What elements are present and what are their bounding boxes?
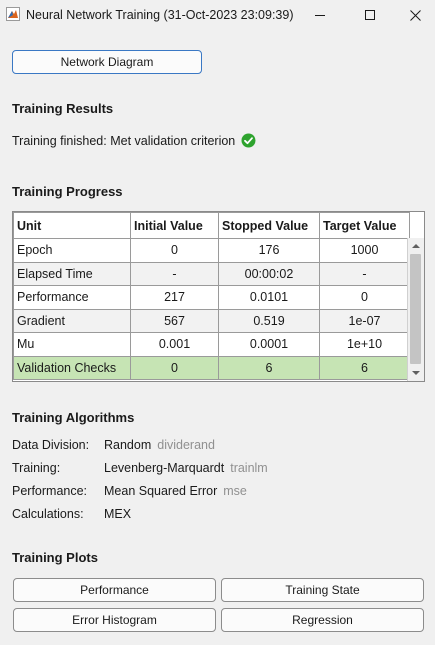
cell-unit: Gradient bbox=[13, 308, 131, 333]
title-bar: Neural Network Training (31-Oct-2023 23:… bbox=[0, 0, 435, 30]
close-button[interactable] bbox=[392, 0, 435, 30]
cell-target: 6 bbox=[319, 355, 410, 380]
data-division-method: Random bbox=[104, 438, 152, 452]
training-value: Levenberg-Marquardt trainlm bbox=[104, 461, 268, 475]
cell-unit: Mu bbox=[13, 332, 131, 357]
table-row[interactable]: Mu 0.001 0.0001 1e+10 bbox=[13, 332, 410, 357]
performance-plot-button[interactable]: Performance bbox=[13, 578, 216, 602]
performance-label: Performance: bbox=[12, 484, 88, 498]
check-circle-icon bbox=[241, 133, 256, 148]
cell-stopped: 176 bbox=[218, 238, 320, 263]
maximize-icon bbox=[365, 10, 375, 20]
training-results-heading: Training Results bbox=[12, 101, 114, 116]
training-algorithms-heading: Training Algorithms bbox=[12, 410, 135, 425]
training-status: Training finished: Met validation criter… bbox=[12, 133, 256, 148]
table-row[interactable]: Epoch 0 176 1000 bbox=[13, 238, 410, 263]
cell-unit: Elapsed Time bbox=[13, 261, 131, 286]
cell-target: 1e-07 bbox=[319, 308, 410, 333]
performance-value: Mean Squared Error mse bbox=[104, 484, 247, 498]
calculations-value: MEX bbox=[104, 507, 132, 521]
cell-target: 0 bbox=[319, 285, 410, 310]
cell-initial: 217 bbox=[130, 285, 219, 310]
training-method: Levenberg-Marquardt bbox=[104, 461, 225, 475]
table-scrollbar[interactable] bbox=[407, 238, 424, 381]
network-diagram-button[interactable]: Network Diagram bbox=[12, 50, 202, 74]
scroll-up-icon[interactable] bbox=[411, 241, 421, 251]
cell-unit: Performance bbox=[13, 285, 131, 310]
training-state-plot-button[interactable]: Training State bbox=[221, 578, 424, 602]
cell-stopped: 0.0001 bbox=[218, 332, 320, 357]
table-header-row: Unit Initial Value Stopped Value Target … bbox=[13, 212, 410, 239]
cell-stopped: 6 bbox=[218, 355, 320, 380]
training-progress-heading: Training Progress bbox=[12, 184, 123, 199]
column-header-target-value: Target Value bbox=[319, 212, 410, 239]
cell-stopped: 00:00:02 bbox=[218, 261, 320, 286]
table-row[interactable]: Performance 217 0.0101 0 bbox=[13, 285, 410, 310]
error-histogram-plot-button[interactable]: Error Histogram bbox=[13, 608, 216, 632]
cell-initial: 0 bbox=[130, 238, 219, 263]
scrollbar-thumb[interactable] bbox=[410, 254, 421, 364]
window-title: Neural Network Training (31-Oct-2023 23:… bbox=[26, 8, 294, 22]
cell-unit: Validation Checks bbox=[13, 355, 131, 380]
training-label: Training: bbox=[12, 461, 61, 475]
cell-initial: 567 bbox=[130, 308, 219, 333]
table-row-highlighted[interactable]: Validation Checks 0 6 6 bbox=[13, 355, 410, 380]
data-division-function: dividerand bbox=[157, 438, 215, 452]
progress-table: Unit Initial Value Stopped Value Target … bbox=[13, 212, 410, 380]
minimize-button[interactable] bbox=[297, 0, 343, 30]
training-progress-table: Unit Initial Value Stopped Value Target … bbox=[12, 211, 425, 382]
minimize-icon bbox=[315, 15, 325, 16]
cell-initial: 0.001 bbox=[130, 332, 219, 357]
cell-unit: Epoch bbox=[13, 238, 131, 263]
data-division-value: Random dividerand bbox=[104, 438, 215, 452]
performance-method: Mean Squared Error bbox=[104, 484, 218, 498]
training-plots-heading: Training Plots bbox=[12, 550, 98, 565]
column-header-unit: Unit bbox=[13, 212, 131, 239]
calculations-label: Calculations: bbox=[12, 507, 84, 521]
data-division-label: Data Division: bbox=[12, 438, 90, 452]
training-function: trainlm bbox=[230, 461, 268, 475]
table-row[interactable]: Gradient 567 0.519 1e-07 bbox=[13, 308, 410, 333]
table-row[interactable]: Elapsed Time - 00:00:02 - bbox=[13, 261, 410, 286]
cell-stopped: 0.519 bbox=[218, 308, 320, 333]
cell-target: 1e+10 bbox=[319, 332, 410, 357]
regression-plot-button[interactable]: Regression bbox=[221, 608, 424, 632]
scroll-down-icon[interactable] bbox=[411, 368, 421, 378]
cell-initial: 0 bbox=[130, 355, 219, 380]
column-header-stopped-value: Stopped Value bbox=[218, 212, 320, 239]
cell-stopped: 0.0101 bbox=[218, 285, 320, 310]
matlab-icon bbox=[6, 7, 20, 21]
training-status-text: Training finished: Met validation criter… bbox=[12, 133, 236, 148]
cell-target: - bbox=[319, 261, 410, 286]
cell-target: 1000 bbox=[319, 238, 410, 263]
maximize-button[interactable] bbox=[347, 0, 393, 30]
column-header-initial-value: Initial Value bbox=[130, 212, 219, 239]
cell-initial: - bbox=[130, 261, 219, 286]
close-icon bbox=[409, 9, 421, 21]
performance-function: mse bbox=[223, 484, 247, 498]
